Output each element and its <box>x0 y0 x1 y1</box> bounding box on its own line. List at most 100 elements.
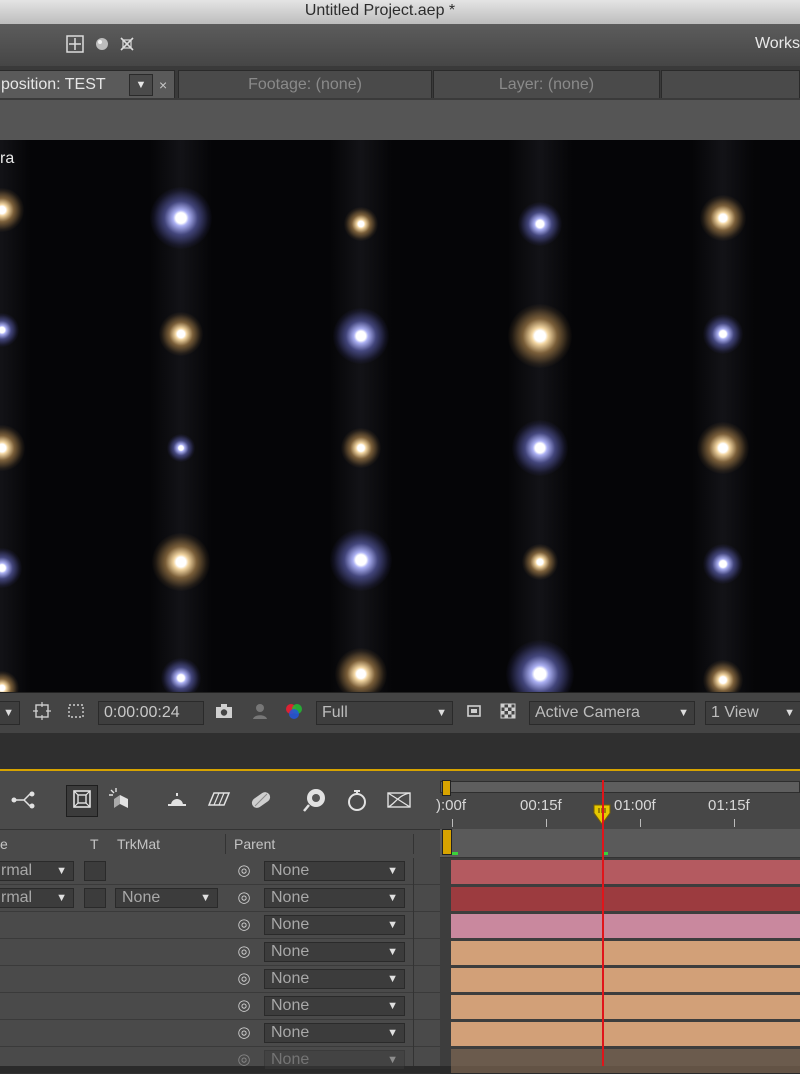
sphere-icon[interactable] <box>93 35 111 53</box>
region-of-interest-icon[interactable] <box>30 701 54 725</box>
parent-pick-whip-icon[interactable]: ◎ <box>235 996 253 1016</box>
navigator-start-handle[interactable] <box>442 780 451 796</box>
column-mode-header[interactable]: e <box>0 836 8 852</box>
blend-mode-dropdown[interactable]: rmal ▼ <box>0 861 74 881</box>
parent-dropdown[interactable]: None ▼ <box>264 888 405 908</box>
column-trkmat-header[interactable]: TrkMat <box>117 836 160 852</box>
work-area-bar[interactable] <box>440 829 800 858</box>
stopwatch-icon[interactable] <box>342 785 372 815</box>
light-dot <box>344 207 378 241</box>
ruler-tick <box>546 819 547 827</box>
time-ruler[interactable]: ):00f 00:15f 01:00f 01:15f <box>436 771 800 829</box>
view-layout-dropdown[interactable]: 1 View ▼ <box>705 701 800 725</box>
channel-rgb-icon[interactable] <box>282 701 306 725</box>
chevron-down-icon: ▼ <box>387 892 398 904</box>
parent-dropdown[interactable]: None ▼ <box>264 942 405 962</box>
light-dot <box>150 187 212 249</box>
checkerboard-icon[interactable] <box>496 701 520 725</box>
layer-duration-bar[interactable] <box>451 887 800 911</box>
layer-row[interactable]: ◎ None ▼ <box>0 1020 440 1047</box>
draft-3d-icon[interactable] <box>66 785 98 817</box>
light-dot <box>159 312 203 356</box>
time-navigator[interactable] <box>440 781 800 793</box>
frame-blending-icon[interactable] <box>162 785 192 815</box>
layer-duration-bar[interactable] <box>451 995 800 1019</box>
track-matte-value: None <box>122 889 161 906</box>
tab-footage[interactable]: Footage: (none) <box>178 70 432 98</box>
layer-row[interactable]: ◎ None ▼ <box>0 1047 440 1074</box>
column-t-header[interactable]: T <box>90 836 99 852</box>
chevron-down-icon: ▼ <box>56 865 67 877</box>
shy-layers-3d-cube-icon[interactable] <box>106 785 136 815</box>
parent-pick-whip-icon[interactable]: ◎ <box>235 942 253 962</box>
layer-duration-bar[interactable] <box>451 1049 800 1073</box>
camera-snapshot-icon[interactable] <box>212 701 236 725</box>
motion-blur-film-icon[interactable] <box>204 785 234 815</box>
camera-view-dropdown[interactable]: Active Camera ▼ <box>529 701 695 725</box>
layer-row[interactable]: ◎ None ▼ <box>0 939 440 966</box>
viewer-controls-bar: ▼ 0:00:00:24 Full ▼ Active Camera ▼ 1 Vi… <box>0 692 800 734</box>
parent-pick-whip-icon[interactable]: ◎ <box>235 861 253 881</box>
layer-duration-bar[interactable] <box>451 941 800 965</box>
parent-value: None <box>271 1024 310 1041</box>
parent-pick-whip-icon[interactable]: ◎ <box>235 969 253 989</box>
blend-mode-dropdown[interactable]: rmal ▼ <box>0 888 74 908</box>
graph-editor-pill-icon[interactable] <box>246 785 276 815</box>
parent-value: None <box>271 862 310 879</box>
layer-row[interactable]: ◎ None ▼ <box>0 966 440 993</box>
parent-pick-whip-icon[interactable]: ◎ <box>235 888 253 908</box>
light-dot <box>703 544 743 584</box>
work-area-start-handle[interactable] <box>442 829 452 855</box>
transparency-grid-icon[interactable] <box>64 701 88 725</box>
composition-viewer[interactable]: ra <box>0 140 800 692</box>
tab-composition[interactable]: position: TEST ▼ × <box>0 70 175 98</box>
layer-duration-bar[interactable] <box>451 914 800 938</box>
parent-dropdown[interactable]: None ▼ <box>264 1050 405 1070</box>
parent-pick-whip-icon[interactable]: ◎ <box>235 1050 253 1070</box>
no-snap-icon[interactable] <box>118 35 136 53</box>
chevron-down-icon: ▼ <box>678 707 689 719</box>
layer-duration-bar[interactable] <box>451 968 800 992</box>
graph-curve-icon[interactable] <box>384 785 414 815</box>
layer-duration-bar[interactable] <box>451 860 800 884</box>
parent-dropdown[interactable]: None ▼ <box>264 1023 405 1043</box>
parent-value: None <box>271 889 310 906</box>
chevron-down-icon: ▼ <box>387 946 398 958</box>
layer-row[interactable]: rmal ▼ ◎ None ▼ <box>0 858 440 885</box>
tab-empty <box>661 70 800 98</box>
camera-view-value: Active Camera <box>535 704 640 721</box>
fast-preview-icon[interactable] <box>462 701 486 725</box>
current-time-display[interactable]: 0:00:00:24 <box>98 701 204 725</box>
track-matte-dropdown[interactable]: None ▼ <box>115 888 218 908</box>
brainstorm-search-icon[interactable] <box>300 785 330 815</box>
show-snapshot-icon[interactable] <box>248 701 272 725</box>
column-divider <box>413 834 414 854</box>
parent-pick-whip-icon[interactable]: ◎ <box>235 1023 253 1043</box>
parent-dropdown[interactable]: None ▼ <box>264 861 405 881</box>
composition-menu-arrow-icon[interactable]: ▼ <box>129 74 153 96</box>
flowchart-icon[interactable] <box>8 785 38 815</box>
close-tab-icon[interactable]: × <box>159 71 167 99</box>
viewer-tab-row: position: TEST ▼ × Footage: (none) Layer… <box>0 66 800 100</box>
parent-dropdown[interactable]: None ▼ <box>264 969 405 989</box>
workspace-label[interactable]: Works <box>755 35 800 53</box>
current-time-indicator-line[interactable] <box>602 780 604 1066</box>
parent-pick-whip-icon[interactable]: ◎ <box>235 915 253 935</box>
parent-dropdown[interactable]: None ▼ <box>264 915 405 935</box>
layer-row[interactable]: ◎ None ▼ <box>0 993 440 1020</box>
column-parent-header[interactable]: Parent <box>234 836 275 852</box>
preserve-transparency-checkbox[interactable] <box>84 888 106 908</box>
parent-dropdown[interactable]: None ▼ <box>264 996 405 1016</box>
magnification-dropdown[interactable]: ▼ <box>0 701 20 725</box>
layer-row[interactable]: ◎ None ▼ <box>0 912 440 939</box>
tab-layer[interactable]: Layer: (none) <box>433 70 660 98</box>
camera-name-label: ra <box>0 150 15 167</box>
layer-track-area <box>440 858 800 1073</box>
resolution-dropdown[interactable]: Full ▼ <box>316 701 453 725</box>
light-dot <box>522 544 558 580</box>
chevron-down-icon: ▼ <box>387 865 398 877</box>
layer-row[interactable]: rmal ▼ None ▼ ◎ None ▼ <box>0 885 440 912</box>
snap-icon[interactable] <box>66 35 84 53</box>
preserve-transparency-checkbox[interactable] <box>84 861 106 881</box>
layer-duration-bar[interactable] <box>451 1022 800 1046</box>
